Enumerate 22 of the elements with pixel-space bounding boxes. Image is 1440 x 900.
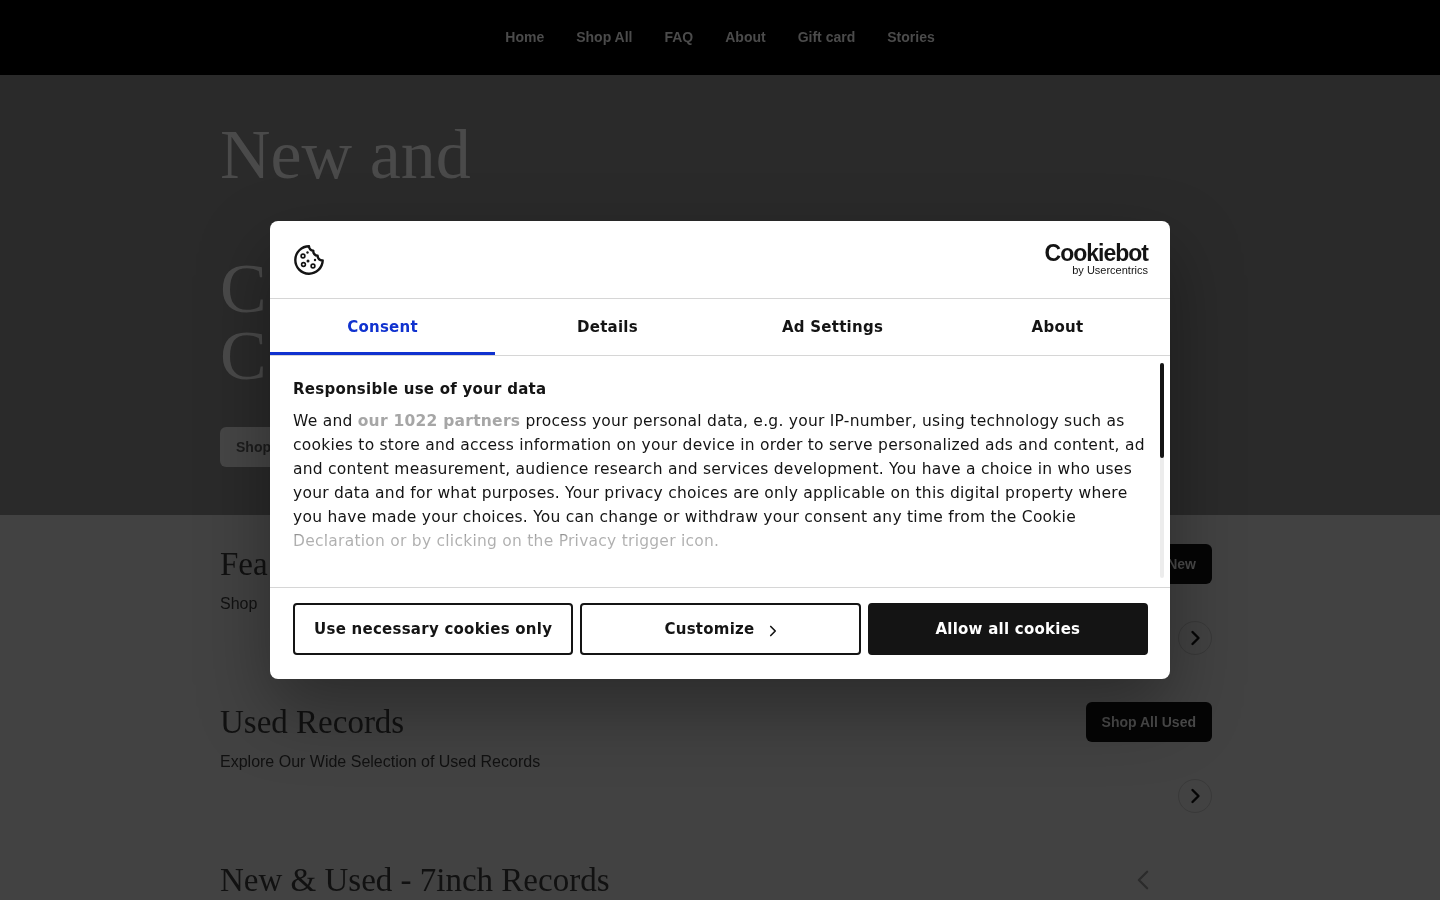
scrollbar-track[interactable]	[1160, 363, 1164, 578]
nav-link[interactable]: Home	[505, 27, 545, 48]
dialog-tab[interactable]: Consent	[270, 299, 495, 355]
brand-logo-name: Cookiebot	[1044, 243, 1148, 264]
allow-all-button[interactable]: Allow all cookies	[867, 603, 1148, 655]
chevron-left-icon[interactable]	[1136, 869, 1150, 891]
brand-logo-byline: by Usercentrics	[1072, 264, 1148, 276]
consent-button[interactable]: Customize	[580, 603, 861, 655]
chevron-right-icon	[768, 625, 777, 637]
consent-button[interactable]: Use necessary cookies only	[293, 603, 574, 655]
nav-link[interactable]: FAQ	[664, 27, 694, 48]
chevron-right-icon	[1189, 788, 1201, 804]
nav-link[interactable]: Gift card	[797, 27, 856, 48]
shop-all-button[interactable]: Shop All Used	[1085, 702, 1212, 742]
chevron-right-icon	[1189, 630, 1201, 646]
section-heading: Responsible use of your data	[293, 379, 547, 400]
nav-link[interactable]: Stories	[887, 27, 935, 48]
cookie-icon	[293, 243, 325, 276]
nav-link[interactable]: Shop All	[576, 27, 633, 48]
scrollbar-thumb[interactable]	[1160, 363, 1164, 458]
nav-link[interactable]: About	[725, 27, 766, 48]
partners-link[interactable]: our 1022 partners	[357, 412, 521, 430]
